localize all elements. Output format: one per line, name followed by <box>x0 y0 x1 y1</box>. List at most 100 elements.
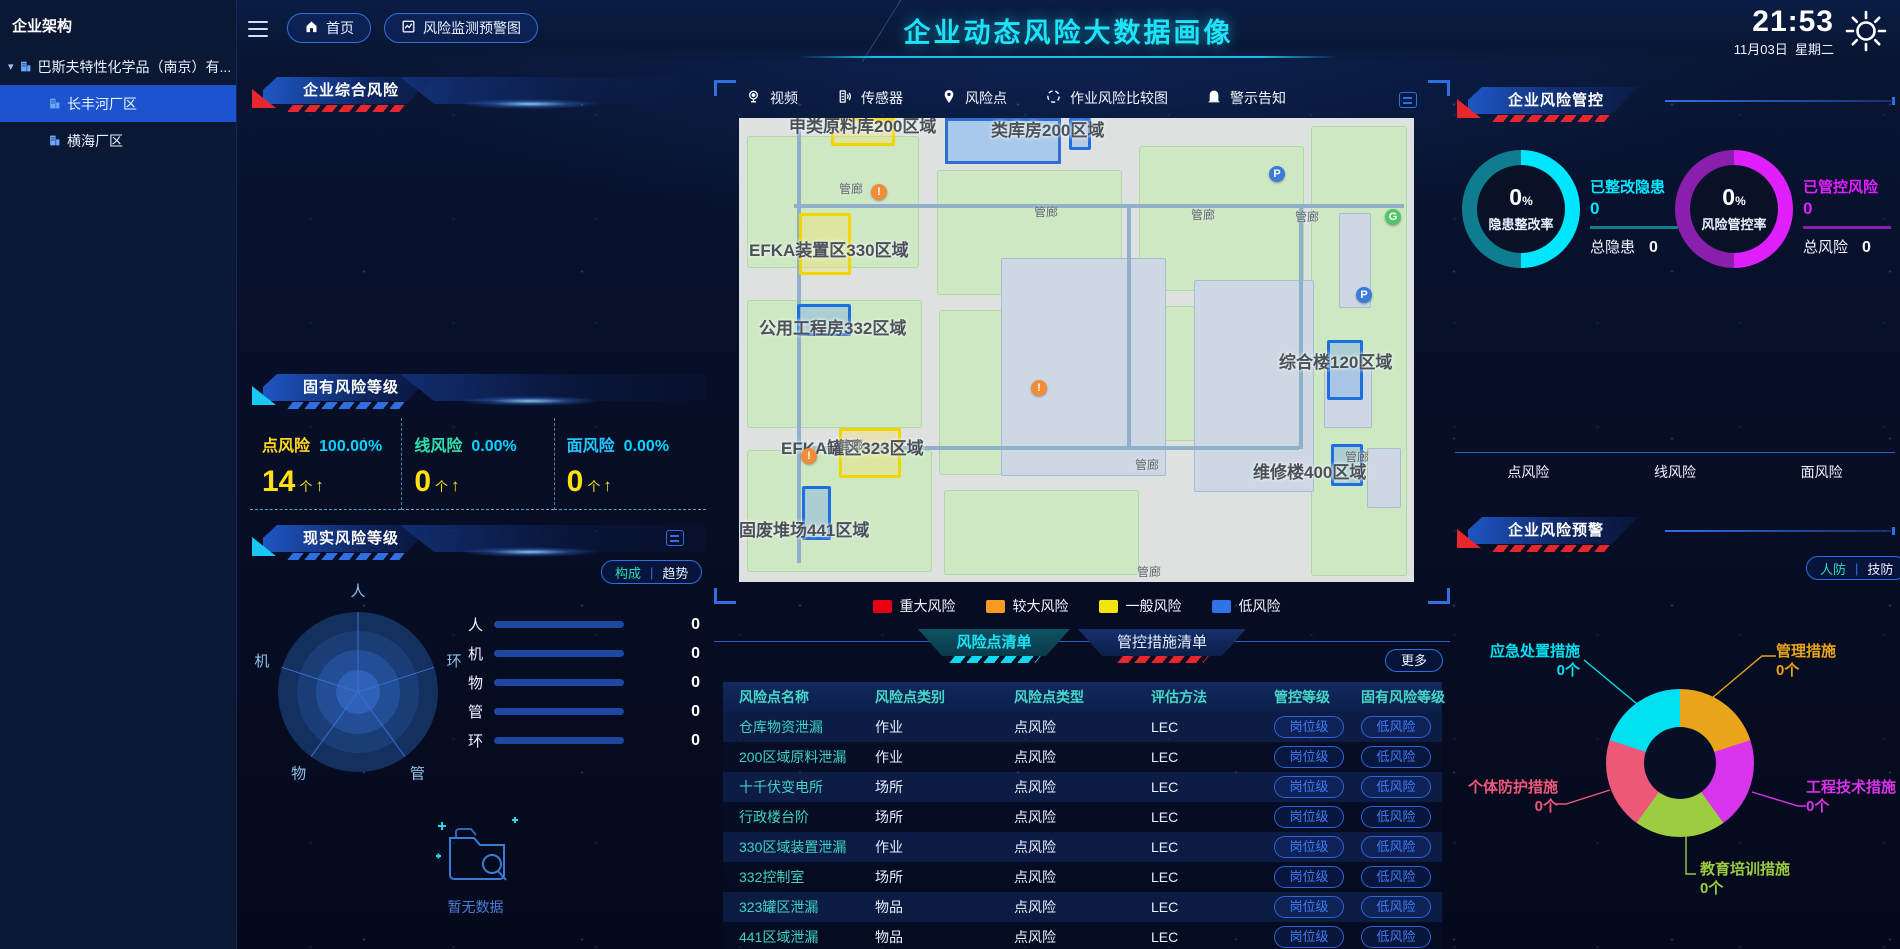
table-cell: 作业 <box>875 717 1014 737</box>
inherent-level-badge: 低风险 <box>1361 806 1431 828</box>
risk-type-tab-2[interactable]: 面风险 <box>1801 462 1843 482</box>
risk-point-name-link[interactable]: 332控制室 <box>739 867 875 887</box>
map-area-label: 综合楼120区域 <box>1279 348 1392 373</box>
risk-point-name-link[interactable]: 323罐区泄漏 <box>739 897 875 917</box>
table-row[interactable]: 仓库物资泄漏作业点风险LEC岗位级低风险 <box>723 712 1442 742</box>
map-tool-label: 作业风险比较图 <box>1070 88 1168 108</box>
risk-monitor-button[interactable]: 风险监测预警图 <box>384 13 538 43</box>
table-row[interactable]: 323罐区泄漏物品点风险LEC岗位级低风险 <box>723 892 1442 922</box>
home-button[interactable]: 首页 <box>287 13 371 43</box>
control-level-badge: 岗位级 <box>1274 716 1344 738</box>
legend-label: 较大风险 <box>1013 596 1069 616</box>
tab-dash-deco <box>1117 656 1208 663</box>
table-cell: 场所 <box>875 807 1014 827</box>
panel-options-icon[interactable] <box>666 530 684 546</box>
gauge-label: 风险管控率 <box>1701 214 1766 233</box>
risk-point-table: 风险点名称风险点类别风险点类型评估方法管控等级固有风险等级 仓库物资泄漏作业点风… <box>723 682 1442 949</box>
warning-marker-icon[interactable]: ! <box>871 184 887 200</box>
sidebar-title: 企业架构 <box>0 0 236 48</box>
more-button[interactable]: 更多 <box>1385 649 1443 672</box>
risk-type-tab-1[interactable]: 线风险 <box>1654 462 1696 482</box>
map-tool-camera[interactable]: 视频 <box>745 88 798 108</box>
tab-risk-point-list[interactable]: 风险点清单 <box>918 629 1070 656</box>
home-button-label: 首页 <box>326 18 354 38</box>
map-tool-bell[interactable]: 警示告知 <box>1206 88 1286 108</box>
dashboard: 企业动态风险大数据画像 首页 风险监测预警图 21:53 11月03日 星期二 … <box>0 0 1900 949</box>
tab-control-measure-list[interactable]: 管控措施清单 <box>1078 629 1246 656</box>
table-cell: LEC <box>1151 899 1274 915</box>
warning-marker-icon[interactable]: ! <box>1031 380 1047 396</box>
risk-point-name-link[interactable]: 十千伏变电所 <box>739 777 875 797</box>
stat-count: 0 <box>567 465 584 498</box>
risk-point-name-link[interactable]: 330区域装置泄漏 <box>739 837 875 857</box>
control-level-badge: 岗位级 <box>1274 806 1344 828</box>
map-tool-pin[interactable]: 风险点 <box>941 88 1007 108</box>
measure-name: 工程技术措施 <box>1806 778 1900 797</box>
risk-point-name-link[interactable]: 441区域泄漏 <box>739 927 875 947</box>
toggle-human-defense[interactable]: 人防 <box>1820 559 1846 578</box>
gauge-side-labels: 已管控风险0总风险0 <box>1803 176 1900 257</box>
weekday-text: 星期二 <box>1795 42 1834 57</box>
legend-swatch <box>986 600 1005 613</box>
risk-point-name-link[interactable]: 行政楼台阶 <box>739 807 875 827</box>
toggle-compose[interactable]: 构成 <box>615 563 641 582</box>
table-row[interactable]: 行政楼台阶场所点风险LEC岗位级低风险 <box>723 802 1442 832</box>
table-row[interactable]: 441区域泄漏物品点风险LEC岗位级低风险 <box>723 922 1442 949</box>
sidebar-item-label: 横海厂区 <box>67 131 123 151</box>
toggle-divider: | <box>650 565 653 580</box>
map-area-label: EFKA装置区330区域 <box>749 236 909 261</box>
sidebar-item-2[interactable]: 横海厂区 <box>0 122 236 159</box>
table-cell: LEC <box>1151 809 1274 825</box>
caret-down-icon[interactable]: ▾ <box>8 60 14 73</box>
header-line-deco <box>1665 530 1891 532</box>
weather-sun-icon <box>1844 9 1888 58</box>
table-cell: 点风险 <box>1014 747 1151 767</box>
sidebar-item-label: 巴斯夫特性化学品（南京）有... <box>38 57 232 77</box>
circle-icon <box>1045 88 1062 108</box>
table-cell: 作业 <box>875 747 1014 767</box>
factor-bar-row: 物0 <box>468 668 700 697</box>
table-row[interactable]: 200区域原料泄漏作业点风险LEC岗位级低风险 <box>723 742 1442 772</box>
risk-type-tab-0[interactable]: 点风险 <box>1507 462 1549 482</box>
factor-bar <box>494 679 624 686</box>
stat-percent: 0.00% <box>624 438 669 455</box>
map-expand-icon[interactable] <box>1399 92 1417 108</box>
compose-trend-toggle[interactable]: 构成 | 趋势 <box>601 560 702 584</box>
toggle-trend[interactable]: 趋势 <box>662 563 688 582</box>
map-corridor-label: 管廊 <box>1135 456 1159 473</box>
defense-toggle[interactable]: 人防 | 技防 <box>1806 556 1900 580</box>
map-corridor-label: 管廊 <box>1034 203 1058 220</box>
sidebar-item-1[interactable]: 长丰河厂区 <box>0 85 236 122</box>
warning-marker-icon[interactable]: ! <box>801 448 817 464</box>
table-row[interactable]: 332控制室场所点风险LEC岗位级低风险 <box>723 862 1442 892</box>
table-cell: LEC <box>1151 869 1274 885</box>
table-row[interactable]: 330区域装置泄漏作业点风险LEC岗位级低风险 <box>723 832 1442 862</box>
parking-icon: P <box>1269 166 1285 182</box>
pin-icon <box>941 88 957 108</box>
sidebar-item-0[interactable]: ▾ 巴斯夫特性化学品（南京）有... <box>0 48 236 85</box>
risk-point-name-link[interactable]: 仓库物资泄漏 <box>739 717 875 737</box>
menu-icon[interactable] <box>248 21 268 37</box>
map-corridor-label: 管廊 <box>839 180 863 197</box>
svg-text:机: 机 <box>254 653 269 670</box>
table-cell: 点风险 <box>1014 777 1151 797</box>
map-tool-sensor[interactable]: 传感器 <box>836 88 903 108</box>
hazard-dash-deco <box>287 402 404 409</box>
risk-point-name-link[interactable]: 200区域原料泄漏 <box>739 747 875 767</box>
empty-state-text: 暂无数据 <box>398 897 553 917</box>
toggle-tech-defense[interactable]: 技防 <box>1867 559 1893 578</box>
map-building <box>1001 258 1166 476</box>
svg-text:人: 人 <box>350 583 365 600</box>
legend-label: 低风险 <box>1239 596 1281 616</box>
table-row[interactable]: 十千伏变电所场所点风险LEC岗位级低风险 <box>723 772 1442 802</box>
plant-map[interactable]: 申类原料库200区域类库房200区域EFKA装置区330区域公用工程房332区域… <box>739 118 1414 582</box>
map-tool-circle[interactable]: 作业风险比较图 <box>1045 88 1168 108</box>
right-tab-line-deco <box>1455 452 1895 453</box>
map-tool-label: 传感器 <box>861 88 903 108</box>
corner-bracket <box>714 80 736 96</box>
divider-line <box>1803 226 1891 229</box>
date-text: 11月03日 <box>1734 42 1788 57</box>
map-corridor-label: 管廊 <box>839 436 863 453</box>
gauge-percent: 0% <box>1722 186 1745 212</box>
control-level-badge: 岗位级 <box>1274 776 1344 798</box>
